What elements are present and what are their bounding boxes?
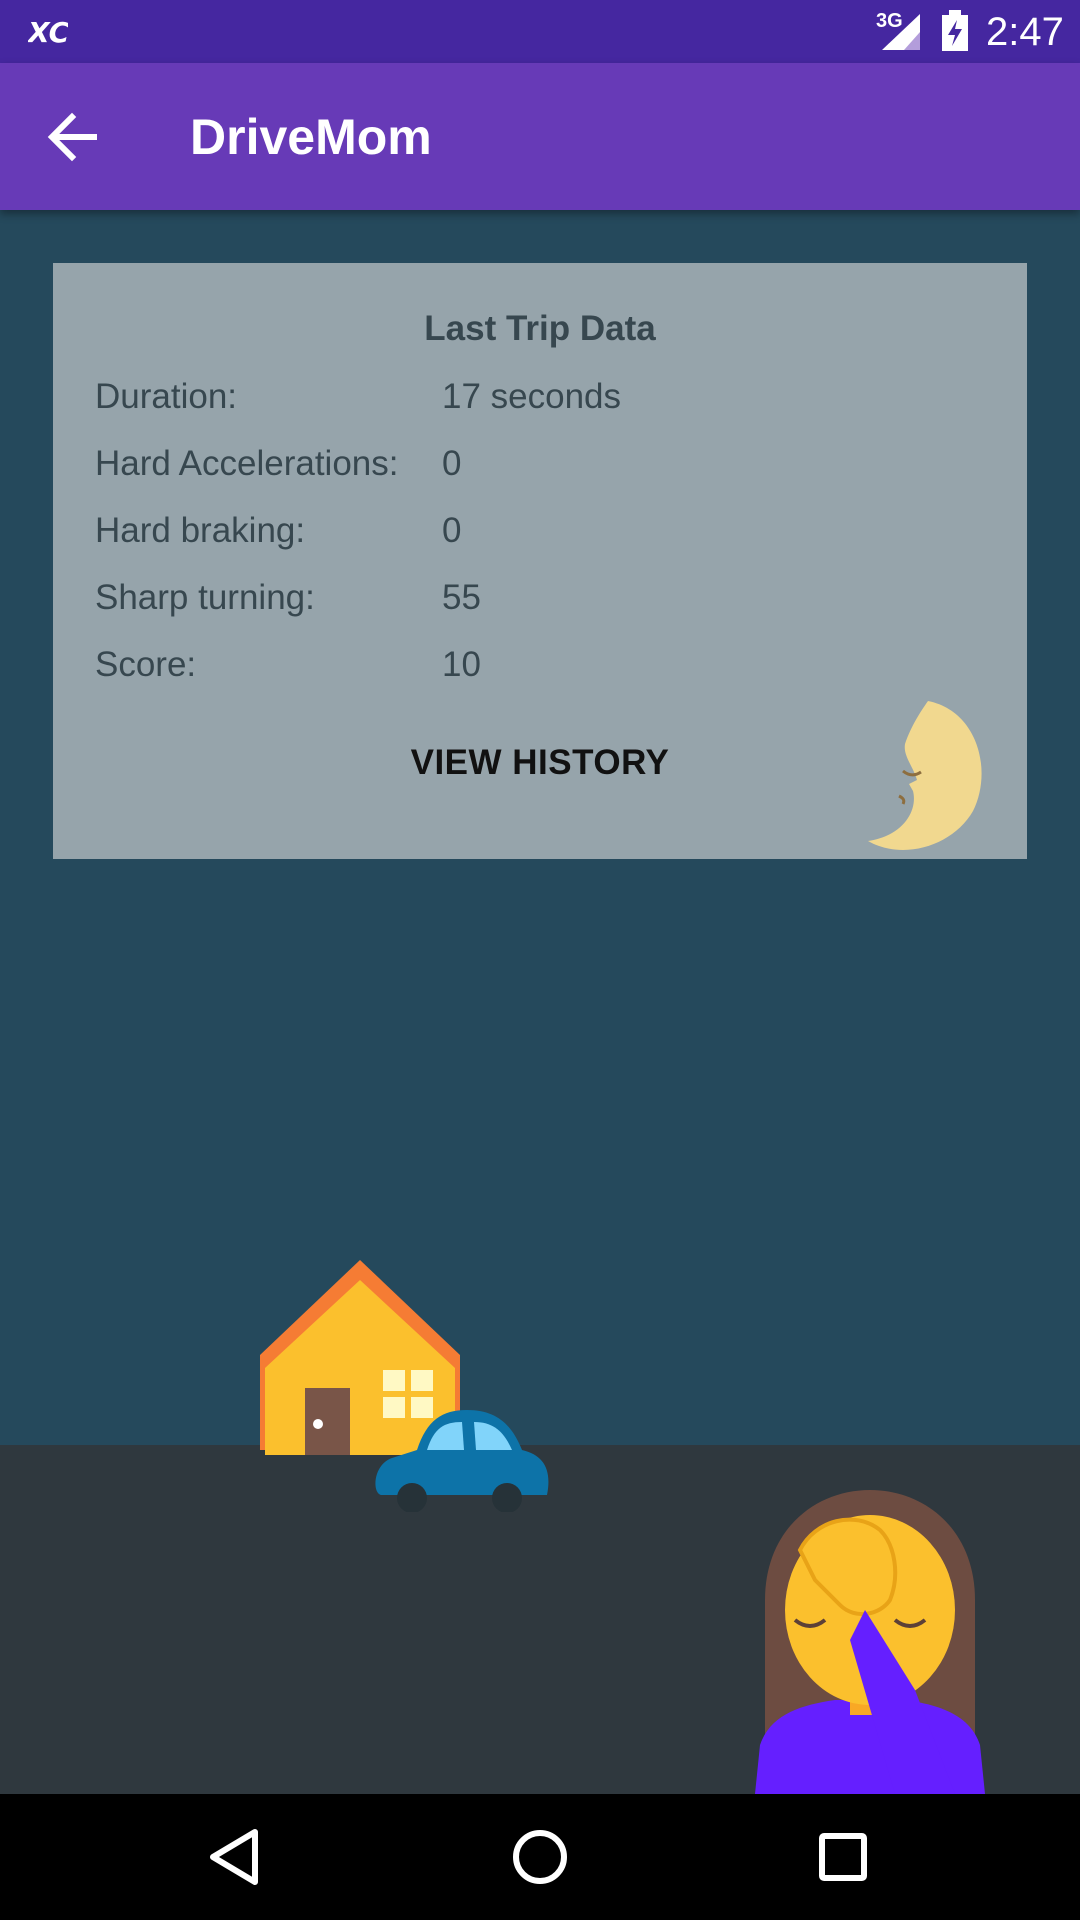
app-title: DriveMom bbox=[190, 109, 432, 165]
row-value: 17 seconds bbox=[442, 377, 622, 416]
crescent-moon-face-icon bbox=[868, 701, 982, 850]
last-trip-card: Last Trip Data Duration: 17 seconds Hard… bbox=[53, 263, 1027, 859]
row-value: 0 bbox=[442, 511, 462, 550]
back-button[interactable] bbox=[38, 105, 108, 169]
row-label: Duration: bbox=[95, 377, 238, 416]
trip-row-score: Score: 10 bbox=[95, 645, 975, 695]
car-icon bbox=[375, 1410, 549, 1512]
trip-row-hard-braking: Hard braking: 0 bbox=[95, 511, 975, 561]
app-bar: DriveMom bbox=[0, 63, 1080, 210]
trip-row-sharp-turning: Sharp turning: 55 bbox=[95, 578, 975, 628]
row-label: Sharp turning: bbox=[95, 578, 315, 617]
signal-icon bbox=[882, 14, 920, 50]
navigation-bar bbox=[0, 1794, 1080, 1920]
row-label: Hard braking: bbox=[95, 511, 306, 550]
row-value: 10 bbox=[442, 645, 481, 684]
row-value: 0 bbox=[442, 444, 462, 483]
arrow-back-icon bbox=[47, 112, 97, 162]
xc-app-icon: XC bbox=[28, 16, 68, 49]
row-label: Hard Accelerations: bbox=[95, 444, 399, 483]
row-value: 55 bbox=[442, 578, 481, 617]
trip-row-hard-accelerations: Hard Accelerations: 0 bbox=[95, 444, 975, 494]
battery-charging-icon bbox=[942, 10, 968, 51]
recents-square-icon[interactable] bbox=[808, 1822, 878, 1892]
main-content: Last Trip Data Duration: 17 seconds Hard… bbox=[0, 210, 1080, 1794]
row-label: Score: bbox=[95, 645, 197, 684]
card-title: Last Trip Data bbox=[424, 309, 656, 348]
status-bar: XC 3G 2:47 bbox=[0, 0, 1080, 63]
svg-text:XC: XC bbox=[28, 16, 68, 49]
back-triangle-icon[interactable] bbox=[200, 1822, 270, 1892]
trip-row-duration: Duration: 17 seconds bbox=[95, 377, 975, 427]
clock: 2:47 bbox=[986, 10, 1064, 54]
person-facepalming-icon bbox=[755, 1490, 985, 1794]
home-circle-icon[interactable] bbox=[505, 1822, 575, 1892]
